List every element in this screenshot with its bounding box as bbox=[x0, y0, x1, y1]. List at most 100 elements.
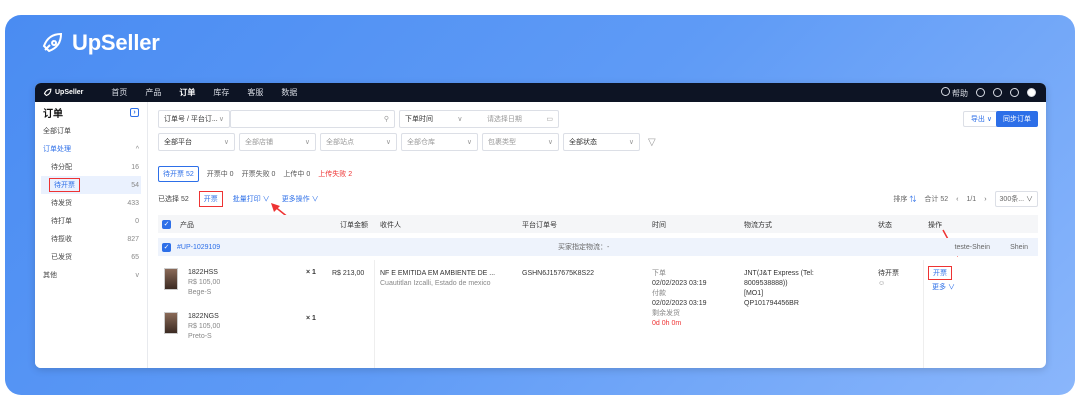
item-qty: × 1 bbox=[306, 315, 316, 322]
settings-icon[interactable] bbox=[1010, 88, 1019, 97]
filter-icon[interactable]: ▽ bbox=[648, 137, 656, 148]
avatar[interactable] bbox=[1027, 88, 1036, 97]
collapse-icon[interactable]: › bbox=[130, 107, 139, 117]
sidebar-item-processing[interactable]: 订单处理 ^ bbox=[35, 140, 147, 158]
bell-icon[interactable] bbox=[993, 88, 1002, 97]
batch-print-label: 批量打印 bbox=[232, 196, 261, 203]
tab-upload-failed[interactable]: 上传失败 2 bbox=[318, 169, 352, 179]
time-label: 剩余发货 bbox=[652, 310, 680, 317]
selected-count: 已选择 52 bbox=[158, 196, 189, 203]
order-no-select[interactable]: 订单号 / 平台订... ∨ bbox=[158, 110, 230, 128]
item-price: R$ 105,00 bbox=[188, 279, 221, 286]
logistics-cell: JNT(J&T Express (Tel: 8009538888)) [MO1]… bbox=[744, 269, 814, 309]
site-value: 全部站点 bbox=[326, 139, 354, 146]
item-qty: × 1 bbox=[306, 269, 316, 276]
sidebar-item-to-invoice[interactable]: 待开票 54 bbox=[41, 176, 141, 194]
row-checkbox[interactable]: ✓ bbox=[162, 242, 171, 252]
site-select[interactable]: 全部站点 ∨ bbox=[320, 133, 397, 151]
sort-button[interactable]: 排序 ⇅ bbox=[893, 194, 916, 204]
item-price: R$ 105,00 bbox=[188, 323, 221, 330]
chevron-down-icon: ∨ bbox=[385, 139, 391, 146]
top-nav: UpSeller 首页 产品 订单 库存 客服 数据 帮助 bbox=[35, 83, 1046, 102]
sidebar-item-to-assign[interactable]: 待分配 16 bbox=[35, 158, 147, 176]
date-range[interactable]: 下单时间 ∨ 请选择日期 ▭ bbox=[399, 110, 559, 128]
warehouse-select[interactable]: 全部仓库 ∨ bbox=[401, 133, 478, 151]
invoice-button[interactable]: 开票 bbox=[198, 191, 223, 207]
calendar-icon: ▭ bbox=[546, 116, 553, 123]
row-invoice-button[interactable]: 开票 bbox=[928, 266, 952, 280]
prev-page-icon[interactable]: ‹ bbox=[956, 196, 958, 203]
nav-logo[interactable]: UpSeller bbox=[43, 88, 83, 97]
order-item: 1822HSS R$ 105,00 Bege-S bbox=[164, 268, 220, 298]
page-size-select[interactable]: 300条... ∨ bbox=[994, 191, 1038, 207]
nav-orders[interactable]: 订单 bbox=[179, 87, 195, 98]
order-amount: R$ 213,00 bbox=[332, 270, 365, 277]
sidebar-item-label: 全部订单 bbox=[43, 128, 71, 135]
remaining-time: 0d 0h 0m bbox=[652, 320, 682, 327]
sidebar-item-shipped[interactable]: 已发货 65 bbox=[35, 248, 147, 266]
chevron-up-icon: ^ bbox=[135, 145, 139, 153]
nav-inventory[interactable]: 库存 bbox=[213, 87, 229, 98]
chevron-down-icon: ∨ bbox=[223, 139, 229, 146]
shop-select[interactable]: 全部店铺 ∨ bbox=[239, 133, 316, 151]
sort-icon: ⇅ bbox=[909, 196, 917, 203]
pagination: 排序 ⇅ 合计 52 ‹ 1/1 › 300条... ∨ bbox=[893, 191, 1038, 207]
tab-invoicing[interactable]: 开票中 0 bbox=[207, 169, 234, 179]
sidebar-item-label: 待分配 bbox=[51, 164, 72, 171]
row-more-button[interactable]: 更多 ∨ bbox=[932, 282, 955, 292]
chevron-down-icon: ∨ bbox=[466, 139, 472, 146]
sidebar-item-count: 54 bbox=[131, 181, 139, 189]
search-input[interactable]: ⚲ bbox=[230, 110, 395, 128]
help-link[interactable]: 帮助 bbox=[940, 86, 968, 99]
globe-icon[interactable] bbox=[976, 88, 985, 97]
sort-label: 排序 bbox=[893, 196, 908, 203]
product-thumbnail[interactable] bbox=[164, 268, 178, 290]
help-icon bbox=[940, 86, 950, 96]
platform-name: Shein bbox=[1010, 243, 1028, 251]
col-status: 状态 bbox=[878, 222, 892, 229]
sidebar: 订单 › 全部订单 订单处理 ^ 待分配 16 待开票 54 待发货 433 待打单 0 … bbox=[35, 102, 148, 368]
main-content: 订单号 / 平台订... ∨ ⚲ 下单时间 ∨ 请选择日期 ▭ 导出 ∨ 同步订单 全部… bbox=[148, 102, 1046, 368]
sidebar-item-to-ship[interactable]: 待发货 433 bbox=[35, 194, 147, 212]
rocket-icon bbox=[42, 32, 63, 53]
nav-products[interactable]: 产品 bbox=[145, 87, 161, 98]
platform-select[interactable]: 全部平台 ∨ bbox=[158, 133, 235, 151]
next-page-icon[interactable]: › bbox=[984, 196, 986, 203]
brand-logo: UpSeller bbox=[40, 30, 160, 56]
tab-invoice-failed[interactable]: 开票失败 0 bbox=[242, 169, 276, 179]
sync-orders-button[interactable]: 同步订单 bbox=[996, 111, 1038, 127]
chevron-down-icon: v bbox=[135, 271, 140, 279]
logistics-carrier-phone: 8009538888)) bbox=[744, 280, 788, 287]
nav-service[interactable]: 客服 bbox=[247, 87, 263, 98]
tab-uploading[interactable]: 上传中 0 bbox=[283, 169, 310, 179]
product-thumbnail[interactable] bbox=[164, 312, 178, 334]
order-id-link[interactable]: #UP-1029109 bbox=[177, 244, 220, 251]
tab-to-invoice[interactable]: 待开票 52 bbox=[158, 166, 199, 182]
total-count: 合计 52 bbox=[924, 196, 949, 203]
warehouse-value: 全部仓库 bbox=[407, 139, 435, 146]
date-placeholder: 请选择日期 bbox=[486, 116, 522, 123]
search-icon[interactable]: ⚲ bbox=[384, 115, 389, 123]
status-select[interactable]: 全部状态 ∨ bbox=[563, 133, 640, 151]
status-cell: 待开票 ☺ bbox=[878, 269, 899, 289]
nav-home[interactable]: 首页 bbox=[111, 87, 127, 98]
package-type-select[interactable]: 包裹类型 ∨ bbox=[482, 133, 559, 151]
status-tabs: 待开票 52 开票中 0 开票失败 0 上传中 0 上传失败 2 bbox=[158, 166, 352, 182]
sidebar-item-to-pickup[interactable]: 待揽收 827 bbox=[35, 230, 147, 248]
sidebar-item-all-orders[interactable]: 全部订单 bbox=[35, 122, 147, 140]
pay-time: 02/02/2023 03:19 bbox=[652, 300, 707, 307]
nav-data[interactable]: 数据 bbox=[281, 87, 297, 98]
sidebar-item-to-print[interactable]: 待打单 0 bbox=[35, 212, 147, 230]
table-header: ✓ 产品 订单金额 收件人 平台订单号 时间 物流方式 状态 操作 bbox=[158, 215, 1038, 233]
item-variant: Bege-S bbox=[188, 289, 212, 296]
divider bbox=[374, 260, 375, 368]
note-icon[interactable]: ☺ bbox=[878, 279, 899, 289]
select-all-checkbox[interactable]: ✓ bbox=[162, 219, 171, 229]
export-button[interactable]: 导出 ∨ bbox=[962, 111, 1000, 127]
platform-order-no[interactable]: GSHN6J157675K8S22 bbox=[522, 269, 594, 279]
sidebar-item-label: 已发货 bbox=[51, 254, 72, 261]
batch-print-button[interactable]: 批量打印 ∨ bbox=[233, 194, 270, 204]
sidebar-item-other[interactable]: 其他 v bbox=[35, 266, 147, 284]
chevron-down-icon: ∨ bbox=[457, 116, 463, 123]
time-cell: 下单 02/02/2023 03:19 付款 02/02/2023 03:19 … bbox=[652, 269, 707, 329]
